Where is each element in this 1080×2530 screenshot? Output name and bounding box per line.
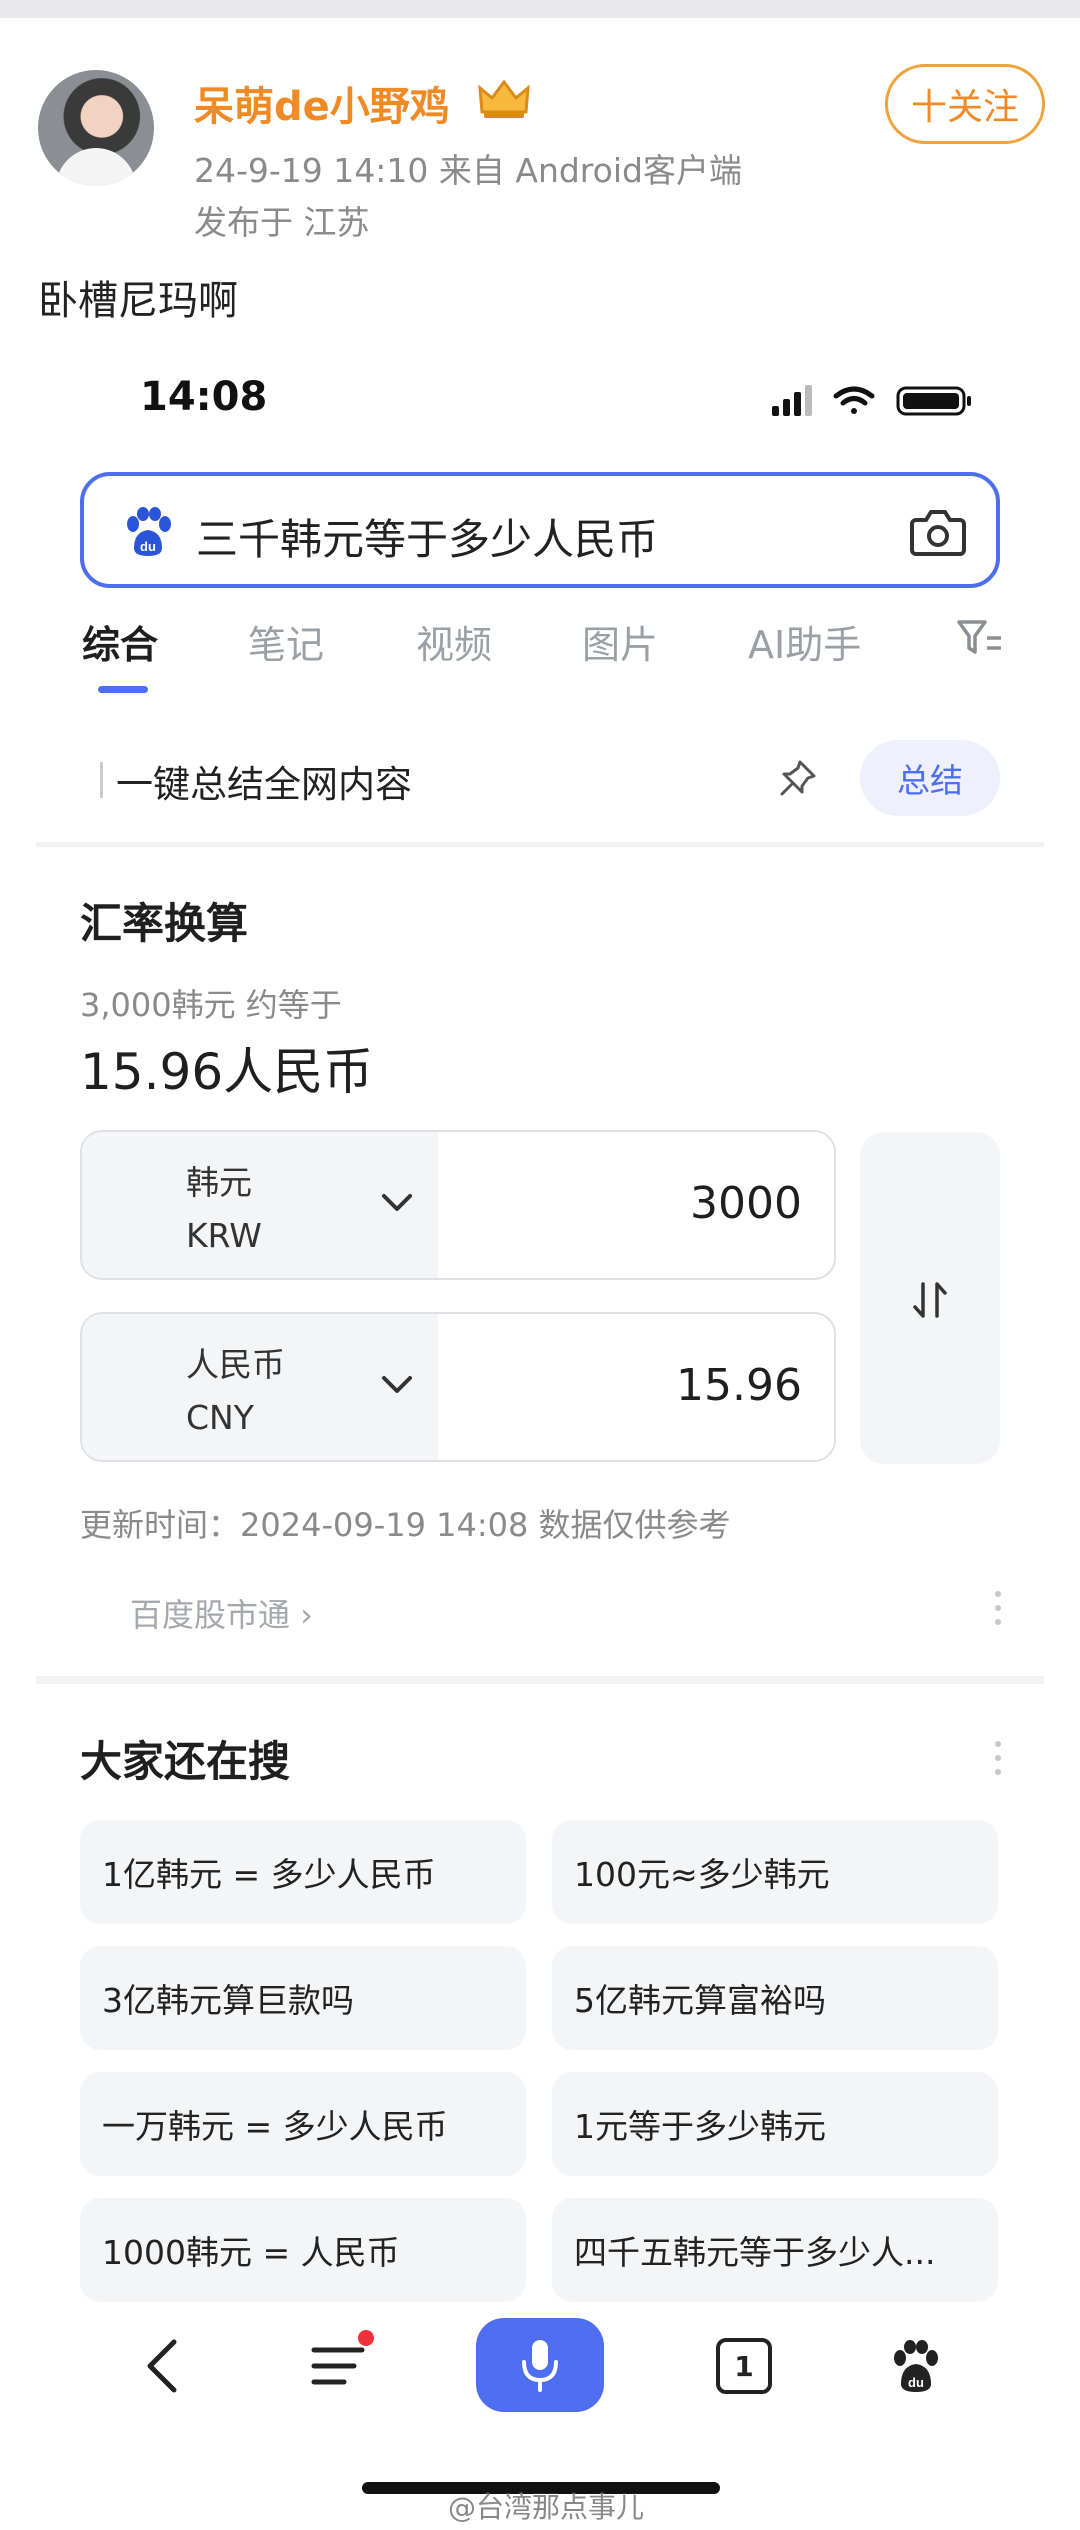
from-amount-input[interactable]: 3000 xyxy=(690,1178,802,1229)
tab-notes[interactable]: 笔记 xyxy=(248,614,324,669)
top-strip xyxy=(0,0,1080,18)
microphone-icon xyxy=(522,2340,558,2392)
post-location: 发布于 江苏 xyxy=(194,203,370,242)
exchange-result: 15.96人民币 xyxy=(80,1043,374,1101)
summary-bar: 一键总结全网内容 总结 xyxy=(80,740,1000,816)
tab-video[interactable]: 视频 xyxy=(416,614,492,669)
notification-dot xyxy=(358,2330,374,2346)
svg-text:du: du xyxy=(140,539,156,554)
chevron-down-icon xyxy=(382,1194,412,1211)
source-link[interactable]: 百度股市通 › xyxy=(130,1590,313,1636)
related-item[interactable]: 3亿韩元算巨款吗 xyxy=(80,1946,526,2050)
chevron-down-icon xyxy=(382,1376,412,1393)
update-time: 更新时间：2024-09-19 14:08 数据仅供参考 xyxy=(80,1506,731,1544)
battery-icon xyxy=(896,386,971,416)
wifi-icon xyxy=(833,386,875,414)
from-currency-name: 韩元 xyxy=(186,1163,252,1202)
watermark: @台湾那点事儿 xyxy=(448,2491,645,2524)
swap-currency-button[interactable] xyxy=(860,1132,1000,1464)
from-currency-select[interactable]: 韩元 KRW xyxy=(82,1132,438,1278)
exchange-title: 汇率换算 xyxy=(80,899,249,948)
tab-ai-assistant[interactable]: AI助手 xyxy=(748,614,861,669)
search-input[interactable]: du 三千韩元等于多少人民币 xyxy=(80,472,1000,588)
back-icon[interactable] xyxy=(140,2336,184,2396)
to-amount-input[interactable]: 15.96 xyxy=(676,1360,802,1411)
avatar[interactable] xyxy=(38,70,154,186)
more-icon[interactable] xyxy=(994,1588,1002,1628)
active-tab-indicator xyxy=(98,686,148,693)
divider xyxy=(100,762,103,798)
svg-text:du: du xyxy=(908,2375,924,2390)
crown-badge-icon xyxy=(478,79,530,118)
baidu-paw-icon[interactable]: du xyxy=(888,2336,944,2396)
post-meta: 24-9-19 14:10 来自 Android客户端 xyxy=(194,151,742,190)
from-currency-code: KRW xyxy=(186,1216,262,1255)
related-item[interactable]: 一万韩元 = 多少人民币 xyxy=(80,2072,526,2176)
related-item[interactable]: 四千五韩元等于多少人... xyxy=(552,2198,998,2302)
to-currency-select[interactable]: 人民币 CNY xyxy=(82,1314,438,1460)
related-item[interactable]: 1000韩元 = 人民币 xyxy=(80,2198,526,2302)
from-currency-row: 韩元 KRW 3000 xyxy=(80,1130,836,1280)
baidu-paw-icon: du xyxy=(127,507,171,556)
search-tabs: 综合 笔记 视频 图片 AI助手 xyxy=(80,614,1020,694)
username[interactable]: 呆萌de小野鸡 xyxy=(194,74,450,132)
voice-search-button[interactable] xyxy=(476,2318,604,2412)
related-title: 大家还在搜 xyxy=(80,1737,291,1786)
filter-icon[interactable] xyxy=(955,618,1003,658)
related-item[interactable]: 1元等于多少韩元 xyxy=(552,2072,998,2176)
search-query: 三千韩元等于多少人民币 xyxy=(196,515,659,564)
status-icons xyxy=(772,385,971,416)
camera-icon[interactable] xyxy=(910,506,966,558)
menu-icon[interactable] xyxy=(310,2342,366,2390)
to-currency-row: 人民币 CNY 15.96 xyxy=(80,1312,836,1462)
swap-icon xyxy=(913,1282,947,1318)
exchange-subtitle: 3,000韩元 约等于 xyxy=(80,986,342,1024)
section-divider xyxy=(36,842,1044,847)
tabs-count-button[interactable]: 1 xyxy=(716,2338,772,2394)
more-icon[interactable] xyxy=(994,1738,1002,1778)
summary-text[interactable]: 一键总结全网内容 xyxy=(116,754,412,808)
related-item[interactable]: 1亿韩元 = 多少人民币 xyxy=(80,1820,526,1924)
follow-button[interactable]: 十关注 xyxy=(885,64,1045,144)
section-divider xyxy=(36,1676,1044,1684)
pin-icon[interactable] xyxy=(778,758,818,798)
post-text: 卧槽尼玛啊 xyxy=(38,278,238,324)
summary-button[interactable]: 总结 xyxy=(860,740,1000,816)
status-time: 14:08 xyxy=(140,374,268,420)
signal-icon xyxy=(772,385,812,416)
to-currency-code: CNY xyxy=(186,1398,254,1437)
related-item[interactable]: 100元≈多少韩元 xyxy=(552,1820,998,1924)
related-item[interactable]: 5亿韩元算富裕吗 xyxy=(552,1946,998,2050)
tab-all[interactable]: 综合 xyxy=(82,614,158,669)
to-currency-name: 人民币 xyxy=(186,1345,285,1384)
tab-images[interactable]: 图片 xyxy=(582,614,658,669)
